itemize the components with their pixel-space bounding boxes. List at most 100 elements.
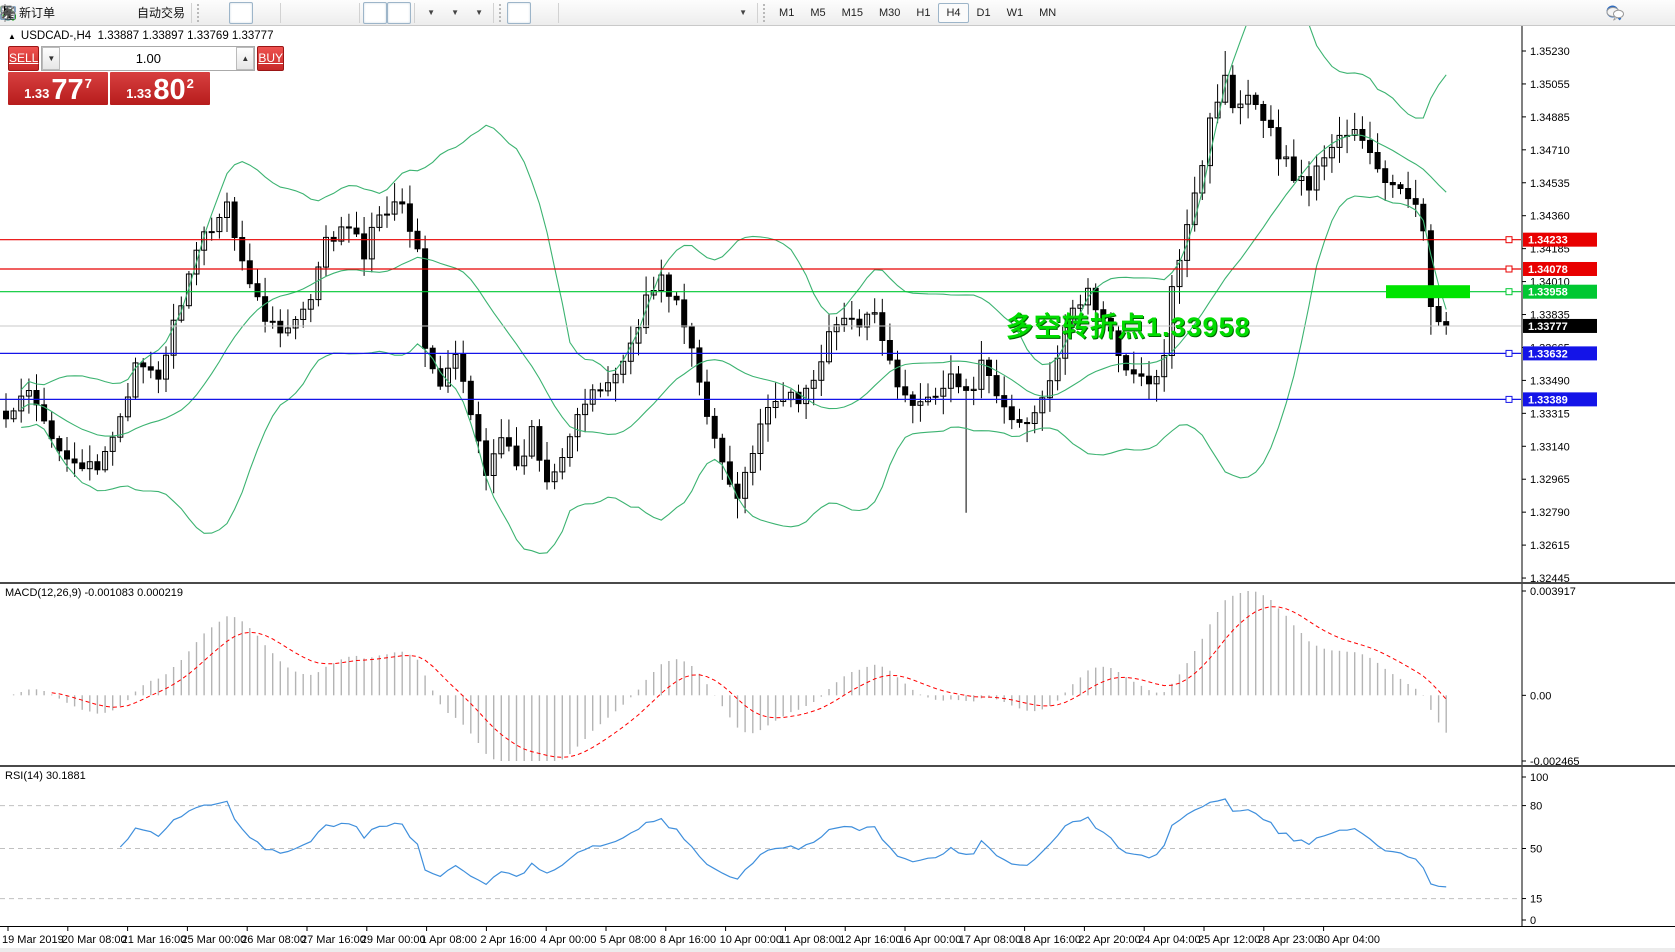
timeframe-H4[interactable]: H4: [938, 3, 968, 23]
timeframe-M5[interactable]: M5: [802, 3, 833, 23]
price-axis-label: 1.34710: [1530, 145, 1570, 157]
price-axis-label: 1.32615: [1530, 540, 1570, 552]
chart-shift-button[interactable]: [387, 2, 411, 24]
timeframe-W1[interactable]: W1: [999, 3, 1032, 23]
macd-panel-canvas[interactable]: 0.0039170.00-0.002465: [0, 584, 1675, 765]
fibonacci-tool-button[interactable]: F: [658, 2, 682, 24]
text-label-tool-button[interactable]: T: [706, 2, 730, 24]
chart-ohlc-values: 1.33887 1.33897 1.33769 1.33777: [98, 30, 274, 42]
buy-price-display[interactable]: 1.33 80 2: [110, 72, 210, 105]
auto-trading-label: 自动交易: [137, 4, 185, 21]
price-badge-label: 1.33389: [1528, 394, 1568, 406]
text-tool-button[interactable]: A: [682, 2, 706, 24]
time-axis[interactable]: 19 Mar 201920 Mar 08:0021 Mar 16:0025 Ma…: [0, 926, 1675, 948]
level-line-anchor[interactable]: [1506, 237, 1512, 243]
price-badge-label: 1.33777: [1528, 321, 1568, 333]
new-order-label: 新订单: [19, 4, 55, 21]
chevron-down-icon: ▼: [427, 8, 435, 17]
macd-axis-label: -0.002465: [1530, 756, 1580, 765]
timeframe-H1[interactable]: H1: [908, 3, 938, 23]
bar-chart-button[interactable]: [205, 2, 229, 24]
timeframe-M15[interactable]: M15: [834, 3, 871, 23]
new-order-button[interactable]: 新订单: [12, 2, 58, 24]
rsi-panel-canvas[interactable]: 1008050150: [0, 767, 1675, 926]
price-axis[interactable]: 1.352301.350551.348851.347101.345351.343…: [1522, 26, 1597, 582]
sell-price-display[interactable]: 1.33 77 7: [8, 72, 108, 105]
chart-window: ▲ USDCAD-,H4 1.33887 1.33897 1.33769 1.33…: [0, 26, 1675, 952]
level-line-anchor[interactable]: [1506, 266, 1512, 272]
level-line-anchor[interactable]: [1506, 350, 1512, 356]
price-axis-label: 1.33490: [1530, 375, 1570, 387]
candlestick-button[interactable]: [229, 2, 253, 24]
level-line-anchor[interactable]: [1506, 396, 1512, 402]
trendline-tool-button[interactable]: [610, 2, 634, 24]
price-badge-label: 1.34078: [1528, 264, 1568, 276]
price-axis-label: 1.32965: [1530, 474, 1570, 486]
chevron-down-icon: ▼: [475, 8, 483, 17]
price-badge-label: 1.34233: [1528, 235, 1568, 247]
price-axis-label: 1.33315: [1530, 408, 1570, 420]
line-chart-button[interactable]: [253, 2, 277, 24]
shapes-dropdown-button[interactable]: ▼: [730, 2, 754, 24]
time-axis-label: 29 Mar 00:00: [361, 934, 426, 946]
time-axis-label: 26 Mar 08:00: [241, 934, 306, 946]
zoom-out-button[interactable]: [308, 2, 332, 24]
channel-tool-button[interactable]: E: [634, 2, 658, 24]
timeframe-M30[interactable]: M30: [871, 3, 908, 23]
time-axis-label: 11 Apr 08:00: [779, 934, 841, 946]
chat-button[interactable]: [1643, 2, 1667, 24]
indicators-dropdown-button[interactable]: ▼: [466, 2, 490, 24]
volume-input[interactable]: [60, 47, 236, 70]
level-line-anchor[interactable]: [1506, 289, 1512, 295]
volume-stepper: ▼ ▲: [41, 46, 255, 71]
price-plot[interactable]: [4, 26, 1449, 553]
time-axis-label: 20 Mar 08:00: [62, 934, 127, 946]
chart-annotation-text: 多空转折点1.33958: [1006, 305, 1251, 344]
sell-button[interactable]: SELL: [8, 46, 39, 71]
rsi-axis-label: 0: [1530, 915, 1536, 926]
one-click-trading-panel: SELL ▼ ▲ BUY 1.33 77 7 1.33 80 2: [8, 46, 210, 105]
time-axis-label: 5 Apr 08:00: [600, 934, 656, 946]
periods-dropdown-button[interactable]: ▼: [442, 2, 466, 24]
timeframe-D1[interactable]: D1: [969, 3, 999, 23]
rsi-indicator-label: RSI(14) 30.1881: [5, 770, 86, 782]
chat-icon: [1605, 4, 1625, 22]
time-axis-label: 27 Mar 16:00: [301, 934, 366, 946]
timeframe-MN[interactable]: MN: [1031, 3, 1064, 23]
time-axis-label: 16 Apr 00:00: [899, 934, 961, 946]
horizontal-line-tool-button[interactable]: [586, 2, 610, 24]
price-axis-label: 1.34360: [1530, 211, 1570, 223]
chevron-down-icon: ▼: [451, 8, 459, 17]
time-axis-label: 18 Apr 16:00: [1019, 934, 1081, 946]
auto-trading-button[interactable]: 自动交易: [130, 2, 188, 24]
chart-symbol-period: USDCAD-,H4: [21, 30, 91, 42]
timeframe-M1[interactable]: M1: [771, 3, 802, 23]
volume-increase-button[interactable]: ▲: [236, 47, 254, 70]
collapse-arrow-icon[interactable]: ▲: [8, 32, 16, 41]
crosshair-tool-button[interactable]: [531, 2, 555, 24]
metaeditor-button[interactable]: [58, 2, 82, 24]
cursor-tool-button[interactable]: [507, 2, 531, 24]
price-axis-label: 1.33140: [1530, 441, 1570, 453]
bollinger-middle: [21, 135, 1446, 437]
time-axis-label: 24 Apr 04:00: [1138, 934, 1200, 946]
auto-scroll-button[interactable]: [363, 2, 387, 24]
volume-decrease-button[interactable]: ▼: [42, 47, 60, 70]
terminal-button[interactable]: [82, 2, 106, 24]
price-axis-label: 1.32790: [1530, 507, 1570, 519]
candles-bearish: [4, 75, 1449, 498]
main-chart-canvas[interactable]: 1.352301.350551.348851.347101.345351.343…: [0, 26, 1675, 582]
highlight-rectangle[interactable]: [1386, 285, 1470, 298]
tile-windows-button[interactable]: [332, 2, 356, 24]
new-chart-button[interactable]: ▼: [418, 2, 442, 24]
price-axis-label: 1.32445: [1530, 573, 1570, 582]
time-axis-label: 25 Mar 00:00: [181, 934, 246, 946]
price-axis-label: 1.34535: [1530, 178, 1570, 190]
candle-wicks: [6, 51, 1446, 518]
chart-title: ▲ USDCAD-,H4 1.33887 1.33897 1.33769 1.33…: [8, 30, 273, 42]
time-axis-label: 25 Apr 12:00: [1198, 934, 1260, 946]
buy-button[interactable]: BUY: [257, 46, 284, 71]
zoom-in-button[interactable]: [284, 2, 308, 24]
signals-button[interactable]: [106, 2, 130, 24]
vertical-line-tool-button[interactable]: [562, 2, 586, 24]
